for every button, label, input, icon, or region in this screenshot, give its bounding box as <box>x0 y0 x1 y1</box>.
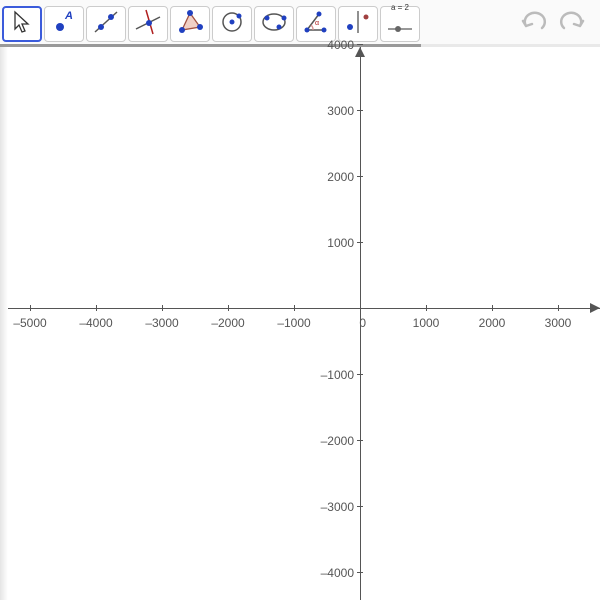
point-tool[interactable]: A <box>44 6 84 42</box>
polygon-icon <box>175 7 205 42</box>
y-tick-label: –4000 <box>304 566 354 580</box>
redo-button[interactable] <box>558 10 586 39</box>
x-tick-label: 0 <box>346 316 366 330</box>
y-axis-arrow <box>355 47 365 57</box>
y-tick-label: –2000 <box>304 434 354 448</box>
x-tick-label: –4000 <box>71 316 121 330</box>
y-tick-label: 2000 <box>304 170 354 184</box>
x-tick-label: 3000 <box>533 316 583 330</box>
y-tick-label: 3000 <box>304 104 354 118</box>
x-tick-label: –1000 <box>269 316 319 330</box>
polygon-tool[interactable] <box>170 6 210 42</box>
svg-text:α: α <box>315 20 319 27</box>
graph-canvas[interactable]: –5000–4000–3000–2000–1000010002000300040… <box>0 47 600 600</box>
angle-icon: α <box>301 7 331 42</box>
circle-icon <box>217 7 247 42</box>
line-tool[interactable] <box>86 6 126 42</box>
redo-icon <box>558 10 586 34</box>
y-tick-label: –3000 <box>304 500 354 514</box>
svg-text:A: A <box>64 10 73 22</box>
undo-button[interactable] <box>520 10 548 39</box>
toolbar: A α a = 2 <box>0 0 600 44</box>
y-tick-label: 1000 <box>304 236 354 250</box>
reflect-tool[interactable] <box>338 6 378 42</box>
slider-icon: a = 2 <box>385 4 415 44</box>
move-tool[interactable] <box>2 6 42 42</box>
line-icon <box>91 7 121 42</box>
perpendicular-icon <box>133 7 163 42</box>
y-tick-label: –1000 <box>304 368 354 382</box>
x-tick-label: –5000 <box>5 316 55 330</box>
x-tick-label: –2000 <box>203 316 253 330</box>
undo-icon <box>520 10 548 34</box>
circle-tool[interactable] <box>212 6 252 42</box>
conic-tool[interactable] <box>254 6 294 42</box>
x-tick-label: –3000 <box>137 316 187 330</box>
pointer-icon <box>7 7 37 42</box>
undo-redo-group <box>520 10 598 39</box>
reflect-icon <box>343 7 373 42</box>
perpendicular-tool[interactable] <box>128 6 168 42</box>
x-tick-label: 1000 <box>401 316 451 330</box>
ellipse-icon <box>259 7 289 42</box>
slider-tool[interactable]: a = 2 <box>380 6 420 42</box>
point-icon: A <box>49 7 79 42</box>
angle-tool[interactable]: α <box>296 6 336 42</box>
x-axis-arrow <box>590 303 600 313</box>
x-tick-label: 2000 <box>467 316 517 330</box>
y-tick-label: 4000 <box>304 38 354 52</box>
